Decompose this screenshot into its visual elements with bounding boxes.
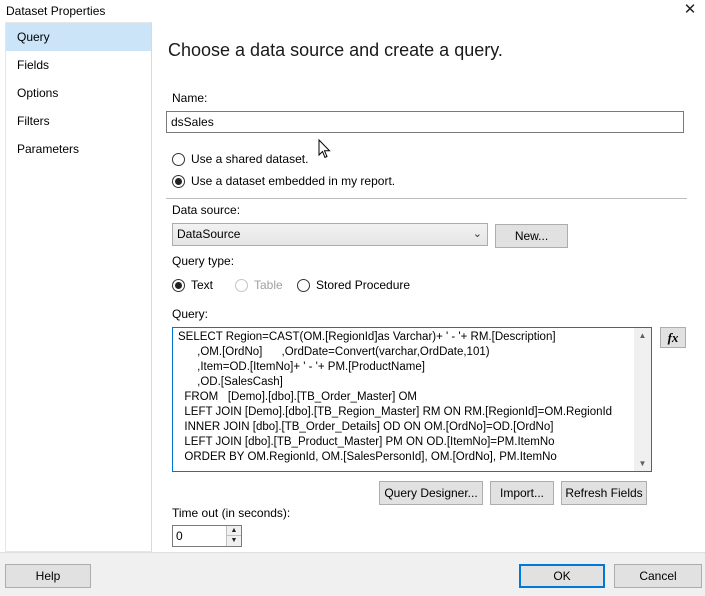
sidebar-item-label: Fields [17,58,50,72]
query-type-stored-procedure-option[interactable]: Stored Procedure [297,277,410,293]
sidebar-item-parameters[interactable]: Parameters [6,135,151,163]
embedded-dataset-label: Use a dataset embedded in my report. [191,174,396,188]
sidebar-item-filters[interactable]: Filters [6,107,151,135]
query-editor[interactable]: SELECT Region=CAST(OM.[RegionId]as Varch… [172,327,652,472]
query-label: Query: [172,307,209,321]
query-type-text-radio[interactable] [172,278,185,292]
query-type-table-option: Table [235,277,283,293]
new-data-source-button[interactable]: New... [495,224,568,248]
data-source-label: Data source: [172,203,241,217]
sidebar: Query Fields Options Filters Parameters [5,22,152,552]
sidebar-item-fields[interactable]: Fields [6,51,151,79]
query-text[interactable]: SELECT Region=CAST(OM.[RegionId]as Varch… [178,330,633,465]
query-type-table-label: Table [254,278,283,292]
page-title: Choose a data source and create a query. [168,40,503,60]
data-source-dropdown[interactable]: DataSource ⌄ [172,223,488,246]
scroll-up-icon[interactable]: ▲ [634,331,651,340]
query-type-stored-procedure-label: Stored Procedure [316,278,411,292]
embedded-dataset-option[interactable]: Use a dataset embedded in my report. [172,173,395,189]
spinner-up-icon[interactable]: ▲ [226,526,241,536]
scroll-down-icon[interactable]: ▼ [634,459,651,468]
spinner-down-icon[interactable]: ▼ [226,536,241,546]
timeout-stepper[interactable]: 0 ▲ ▼ [172,525,242,547]
query-type-table-radio [235,278,248,292]
mouse-cursor-icon [318,139,331,159]
spinner-buttons: ▲ ▼ [226,526,241,546]
shared-dataset-option[interactable]: Use a shared dataset. [172,151,308,167]
timeout-label: Time out (in seconds): [172,506,291,520]
sidebar-item-label: Query [17,30,50,44]
sidebar-item-options[interactable]: Options [6,79,151,107]
name-label: Name: [172,91,208,105]
divider [166,198,687,199]
import-button[interactable]: Import... [490,481,554,505]
timeout-value[interactable]: 0 [176,529,183,543]
shared-dataset-label: Use a shared dataset. [191,152,309,166]
shared-dataset-radio[interactable] [172,152,185,166]
embedded-dataset-radio[interactable] [172,174,185,188]
sidebar-item-label: Filters [17,114,50,128]
footer-bar: Help OK Cancel [0,552,705,596]
chevron-down-icon: ⌄ [472,228,482,240]
query-type-label: Query type: [172,254,235,268]
title-bar: Dataset Properties ✕ [0,0,705,22]
ok-button[interactable]: OK [519,564,605,588]
sidebar-item-label: Options [17,86,59,100]
window-title: Dataset Properties [6,4,106,18]
refresh-fields-button[interactable]: Refresh Fields [561,481,647,505]
main-panel: Choose a data source and create a query.… [152,22,705,552]
query-type-text-option[interactable]: Text [172,277,213,293]
query-type-stored-procedure-radio[interactable] [297,278,310,292]
query-type-text-label: Text [191,278,214,292]
expression-button[interactable]: fx [660,327,686,348]
query-scrollbar[interactable]: ▲ ▼ [634,328,651,471]
sidebar-item-query[interactable]: Query [6,23,151,51]
sidebar-item-label: Parameters [17,142,80,156]
name-field[interactable]: dsSales [166,111,684,133]
cancel-button[interactable]: Cancel [614,564,702,588]
help-button[interactable]: Help [5,564,91,588]
close-button[interactable]: ✕ [675,0,705,22]
data-source-value: DataSource [177,227,241,241]
query-designer-button[interactable]: Query Designer... [379,481,483,505]
